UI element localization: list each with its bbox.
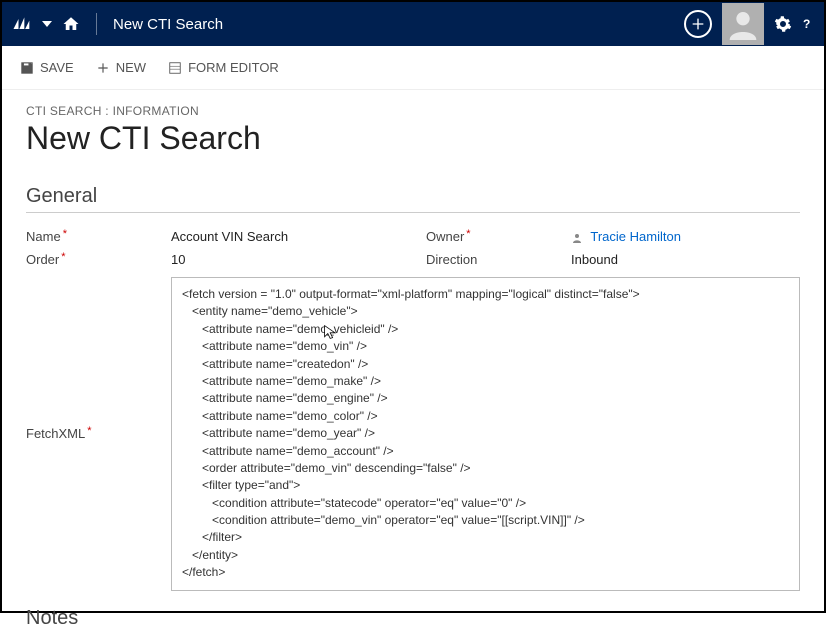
- cursor-icon: [323, 324, 339, 340]
- app-menu-chevron-icon[interactable]: [38, 19, 56, 30]
- direction-label: Direction: [426, 252, 571, 267]
- help-icon[interactable]: ?: [798, 15, 816, 33]
- form-editor-button[interactable]: FORM EDITOR: [168, 60, 279, 75]
- fields-grid: Name* Account VIN Search Owner* Tracie H…: [26, 225, 800, 591]
- new-label: NEW: [116, 60, 146, 75]
- topbar-right: ?: [684, 3, 816, 45]
- name-field[interactable]: Account VIN Search: [171, 229, 288, 244]
- settings-icon[interactable]: [774, 15, 792, 33]
- entity-line: CTI SEARCH : INFORMATION: [26, 104, 800, 118]
- fetchxml-field[interactable]: <fetch version = "1.0" output-format="xm…: [171, 277, 800, 591]
- divider: [96, 13, 97, 35]
- fetchxml-label: FetchXML*: [26, 277, 171, 591]
- topbar: New CTI Search ?: [2, 2, 824, 46]
- save-icon: [20, 61, 34, 75]
- section-notes: Notes: [26, 607, 800, 630]
- owner-link[interactable]: Tracie Hamilton: [590, 229, 681, 244]
- new-button[interactable]: NEW: [96, 60, 146, 75]
- owner-label: Owner*: [426, 229, 571, 244]
- name-label: Name*: [26, 229, 171, 244]
- form-editor-label: FORM EDITOR: [188, 60, 279, 75]
- add-button[interactable]: [684, 10, 712, 38]
- svg-text:?: ?: [803, 17, 810, 31]
- user-avatar[interactable]: [722, 3, 764, 45]
- save-label: SAVE: [40, 60, 74, 75]
- save-button[interactable]: SAVE: [20, 60, 74, 75]
- plus-icon: [96, 61, 110, 75]
- command-bar: SAVE NEW FORM EDITOR: [2, 46, 824, 90]
- topbar-left: New CTI Search: [10, 13, 223, 35]
- direction-field[interactable]: Inbound: [571, 252, 618, 267]
- breadcrumb: New CTI Search: [113, 16, 223, 33]
- order-label: Order*: [26, 252, 171, 267]
- home-icon[interactable]: [62, 15, 80, 33]
- form-icon: [168, 61, 182, 75]
- owner-field[interactable]: Tracie Hamilton: [571, 229, 681, 244]
- section-general: General: [26, 185, 800, 213]
- form-content: CTI SEARCH : INFORMATION New CTI Search …: [2, 90, 824, 640]
- person-icon: [571, 232, 583, 244]
- page-title: New CTI Search: [26, 120, 800, 157]
- order-field[interactable]: 10: [171, 252, 185, 267]
- app-logo-icon[interactable]: [10, 13, 32, 35]
